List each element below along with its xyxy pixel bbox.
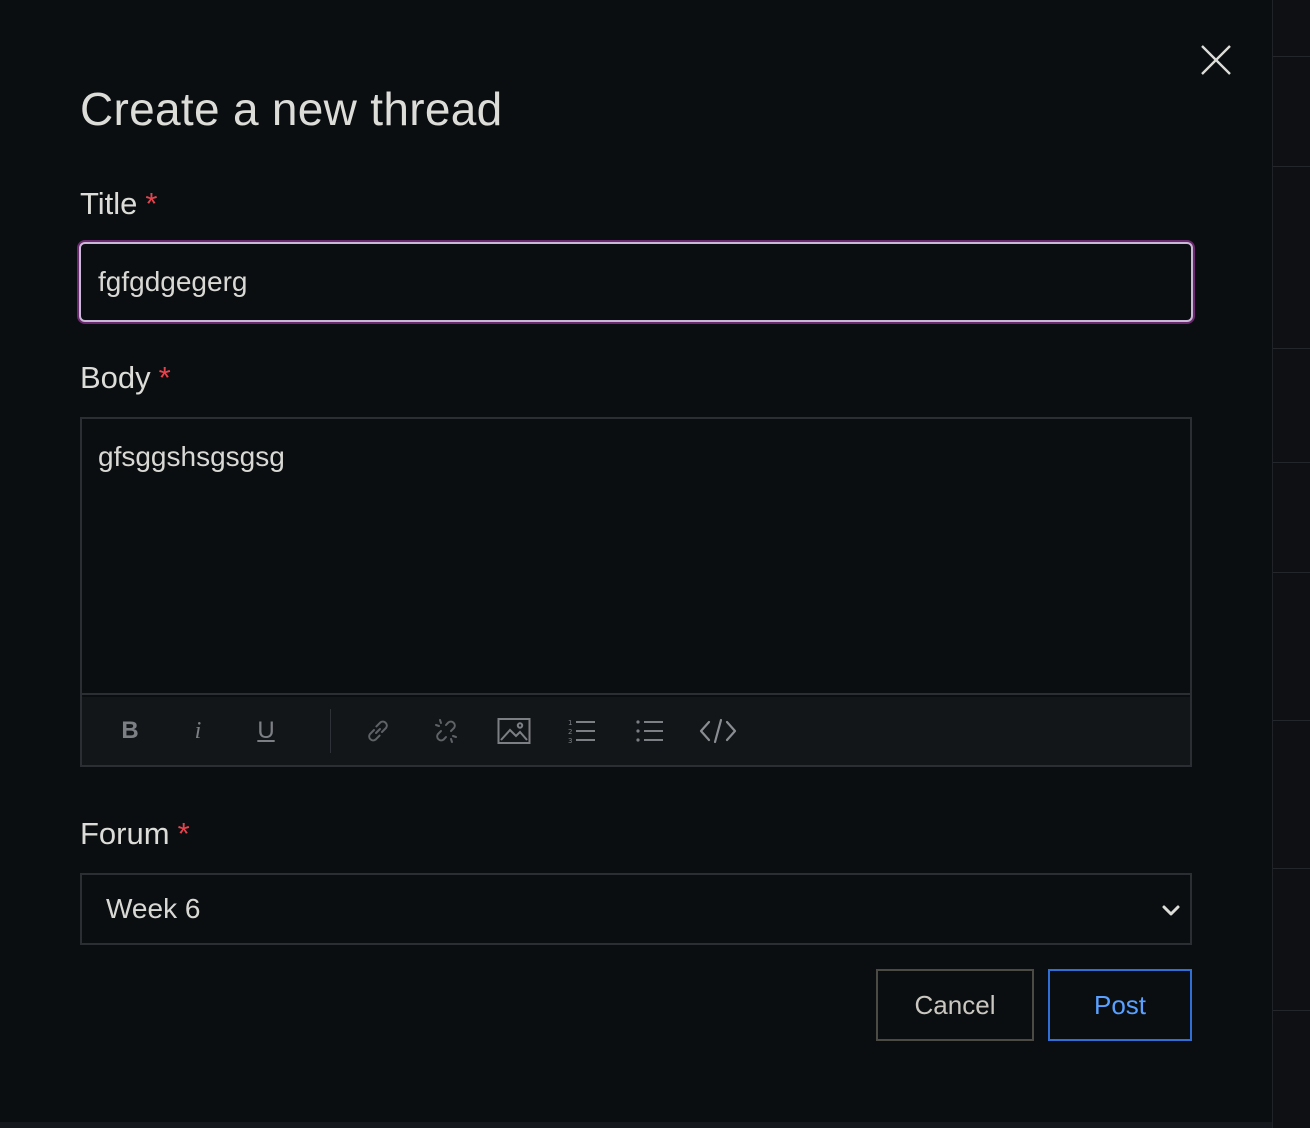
unlink-icon bbox=[435, 719, 457, 743]
body-label-text: Body bbox=[80, 360, 151, 395]
svg-text:2: 2 bbox=[568, 728, 572, 736]
body-editor: gfsggshsgsgsg B i U 1 2 3 bbox=[80, 417, 1192, 767]
close-button[interactable] bbox=[1196, 40, 1236, 80]
background-list-strip bbox=[1272, 0, 1310, 1128]
bold-button[interactable]: B bbox=[108, 711, 152, 751]
italic-button[interactable]: i bbox=[176, 711, 220, 751]
code-icon bbox=[699, 718, 737, 744]
unordered-list-icon bbox=[636, 720, 663, 742]
chevron-down-icon bbox=[1162, 905, 1180, 916]
editor-toolbar: B i U 1 2 3 bbox=[82, 697, 1190, 765]
title-label: Title * bbox=[80, 184, 158, 224]
required-marker: * bbox=[145, 186, 158, 221]
svg-text:3: 3 bbox=[568, 737, 572, 744]
post-button[interactable]: Post bbox=[1048, 969, 1192, 1041]
toolbar-divider bbox=[330, 709, 331, 753]
close-icon bbox=[1201, 45, 1231, 75]
title-input[interactable] bbox=[79, 242, 1193, 322]
required-marker: * bbox=[177, 816, 190, 851]
image-icon bbox=[497, 718, 531, 744]
image-button[interactable] bbox=[492, 711, 536, 751]
forum-label-text: Forum bbox=[80, 816, 170, 851]
link-button[interactable] bbox=[356, 711, 400, 751]
forum-select-value: Week 6 bbox=[106, 893, 201, 924]
unlink-button[interactable] bbox=[424, 711, 468, 751]
svg-text:1: 1 bbox=[568, 719, 572, 727]
cancel-button[interactable]: Cancel bbox=[876, 969, 1034, 1041]
body-label: Body * bbox=[80, 358, 171, 398]
required-marker: * bbox=[158, 360, 171, 395]
underline-button[interactable]: U bbox=[244, 711, 288, 751]
forum-select[interactable]: Week 6 bbox=[80, 873, 1192, 945]
link-icon bbox=[368, 720, 388, 742]
code-button[interactable] bbox=[696, 711, 740, 751]
forum-label: Forum * bbox=[80, 814, 190, 854]
body-textarea[interactable]: gfsggshsgsgsg bbox=[82, 419, 1190, 695]
modal-title: Create a new thread bbox=[80, 83, 503, 135]
bold-icon: B bbox=[121, 717, 139, 744]
ordered-list-icon: 1 2 3 bbox=[568, 719, 595, 744]
create-thread-modal: Create a new thread Title* Body* gfsggsh… bbox=[0, 0, 1272, 1122]
underline-icon: U bbox=[257, 717, 275, 744]
unordered-list-button[interactable] bbox=[628, 711, 672, 751]
italic-icon: i bbox=[194, 717, 202, 744]
title-label-text: Title bbox=[80, 186, 138, 221]
ordered-list-button[interactable]: 1 2 3 bbox=[560, 711, 604, 751]
